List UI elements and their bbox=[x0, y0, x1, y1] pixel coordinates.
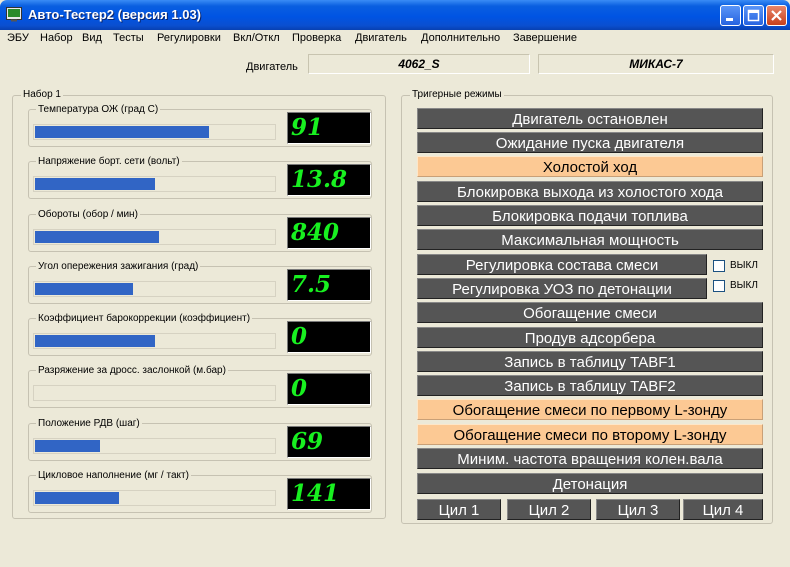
sensor-label: Обороты (обор / мин) bbox=[36, 209, 140, 220]
sensor-level-fill bbox=[35, 231, 159, 243]
set1-title: Набор 1 bbox=[21, 89, 63, 100]
sensor-value-display: 91 bbox=[287, 112, 371, 144]
sensor-level-fill bbox=[35, 283, 133, 295]
sensor-level-bar bbox=[33, 124, 276, 140]
sensor-level-bar bbox=[33, 385, 276, 401]
ecu-model-field: МИКАС-7 bbox=[538, 54, 774, 74]
checkbox-knock-off[interactable]: ВЫКЛ bbox=[711, 278, 766, 294]
menu-view[interactable]: Вид bbox=[82, 32, 102, 44]
sensor-level-fill bbox=[35, 126, 209, 138]
checkbox-box[interactable] bbox=[713, 260, 725, 272]
sensor-value-display: 13.8 bbox=[287, 164, 371, 196]
sensor-level-fill bbox=[35, 440, 100, 452]
app-icon bbox=[6, 7, 22, 22]
trigger-mode-indicator: Продув адсорбера bbox=[417, 327, 763, 348]
sensor-level-fill bbox=[35, 492, 119, 504]
trigger-mode-indicator: Максимальная мощность bbox=[417, 229, 763, 250]
sensor-label: Температура ОЖ (град С) bbox=[36, 104, 161, 115]
trigger-mode-indicator: Холостой ход bbox=[417, 156, 763, 177]
sensor-level-bar bbox=[33, 333, 276, 349]
close-button[interactable] bbox=[766, 5, 787, 26]
sensor-label: Разряжение за дросс. заслонкой (м.бар) bbox=[36, 365, 228, 376]
cylinder-3-button[interactable]: Цил 3 bbox=[596, 499, 680, 520]
maximize-button[interactable] bbox=[743, 5, 764, 26]
sensor-panel: Коэффициент барокоррекции (коэффициент) 0 bbox=[28, 313, 372, 356]
menu-check[interactable]: Проверка bbox=[292, 32, 341, 44]
sensor-panel: Обороты (обор / мин) 840 bbox=[28, 209, 372, 252]
sensor-value-display: 840 bbox=[287, 217, 371, 249]
sensor-label: Цикловое наполнение (мг / такт) bbox=[36, 470, 191, 481]
maximize-icon bbox=[747, 9, 760, 22]
trigger-mode-indicator: Запись в таблицу TABF1 bbox=[417, 351, 763, 372]
sensor-value-display: 0 bbox=[287, 321, 371, 353]
trigger-mode-indicator: Обогащение смеси по первому L-зонду bbox=[417, 399, 763, 420]
trigger-modes-title: Тригерные режимы bbox=[410, 89, 504, 100]
trigger-mode-indicator: Миним. частота вращения колен.вала bbox=[417, 448, 763, 469]
minimize-icon bbox=[726, 18, 733, 21]
sensor-level-bar bbox=[33, 490, 276, 506]
engine-model-field: 4062_S bbox=[308, 54, 530, 74]
sensor-level-bar bbox=[33, 229, 276, 245]
trigger-mode-indicator: Регулировка УОЗ по детонации bbox=[417, 278, 707, 299]
trigger-mode-indicator: Блокировка подачи топлива bbox=[417, 205, 763, 226]
trigger-mode-indicator: Ожидание пуска двигателя bbox=[417, 132, 763, 153]
sensor-panel: Цикловое наполнение (мг / такт) 141 bbox=[28, 470, 372, 513]
menu-set[interactable]: Набор bbox=[40, 32, 73, 44]
sensor-value-display: 141 bbox=[287, 478, 371, 510]
checkbox-label: ВЫКЛ bbox=[730, 280, 758, 291]
cylinder-2-button[interactable]: Цил 2 bbox=[507, 499, 591, 520]
trigger-mode-indicator: Обогащение смеси по второму L-зонду bbox=[417, 424, 763, 445]
sensor-value-display: 69 bbox=[287, 426, 371, 458]
sensor-panel: Угол опережения зажигания (град) 7.5 bbox=[28, 261, 372, 304]
trigger-mode-indicator: Детонация bbox=[417, 473, 763, 494]
menu-bar: ЭБУ Набор Вид Тесты Регулировки Вкл/Откл… bbox=[0, 30, 790, 48]
trigger-mode-indicator: Блокировка выхода из холостого хода bbox=[417, 181, 763, 202]
menu-exit[interactable]: Завершение bbox=[513, 32, 577, 44]
title-bar[interactable]: Авто-Тестер2 (версия 1.03) bbox=[0, 0, 790, 30]
sensor-level-fill bbox=[35, 178, 155, 190]
menu-adjustments[interactable]: Регулировки bbox=[157, 32, 221, 44]
checkbox-box[interactable] bbox=[713, 280, 725, 292]
sensor-level-bar bbox=[33, 438, 276, 454]
cylinder-4-button[interactable]: Цил 4 bbox=[683, 499, 763, 520]
cylinder-1-button[interactable]: Цил 1 bbox=[417, 499, 501, 520]
menu-engine[interactable]: Двигатель bbox=[355, 32, 407, 44]
sensor-panel: Разряжение за дросс. заслонкой (м.бар) 0 bbox=[28, 365, 372, 408]
trigger-mode-indicator: Регулировка состава смеси bbox=[417, 254, 707, 275]
sensor-value-display: 7.5 bbox=[287, 269, 371, 301]
sensor-panel: Напряжение борт. сети (вольт) 13.8 bbox=[28, 156, 372, 199]
minimize-button[interactable] bbox=[720, 5, 741, 26]
sensor-panel: Положение РДВ (шаг) 69 bbox=[28, 418, 372, 461]
menu-on-off[interactable]: Вкл/Откл bbox=[233, 32, 280, 44]
sensor-level-fill bbox=[35, 335, 155, 347]
checkbox-mixture-off[interactable]: ВЫКЛ bbox=[711, 258, 766, 274]
engine-label: Двигатель bbox=[246, 61, 298, 73]
sensor-value-display: 0 bbox=[287, 373, 371, 405]
sensor-label: Угол опережения зажигания (град) bbox=[36, 261, 201, 272]
sensor-level-bar bbox=[33, 281, 276, 297]
checkbox-label: ВЫКЛ bbox=[730, 260, 758, 271]
trigger-mode-indicator: Запись в таблицу TABF2 bbox=[417, 375, 763, 396]
sensor-level-bar bbox=[33, 176, 276, 192]
menu-tests[interactable]: Тесты bbox=[113, 32, 144, 44]
sensor-label: Коэффициент барокоррекции (коэффициент) bbox=[36, 313, 253, 324]
sensor-panel: Температура ОЖ (град С) 91 bbox=[28, 104, 372, 147]
trigger-mode-indicator: Двигатель остановлен bbox=[417, 108, 763, 129]
menu-additional[interactable]: Дополнительно bbox=[421, 32, 500, 44]
close-icon bbox=[771, 10, 782, 21]
sensor-label: Положение РДВ (шаг) bbox=[36, 418, 142, 429]
sensor-label: Напряжение борт. сети (вольт) bbox=[36, 156, 182, 167]
trigger-mode-indicator: Обогащение смеси bbox=[417, 302, 763, 323]
menu-ecu[interactable]: ЭБУ bbox=[7, 32, 29, 44]
window-title: Авто-Тестер2 (версия 1.03) bbox=[28, 7, 202, 22]
